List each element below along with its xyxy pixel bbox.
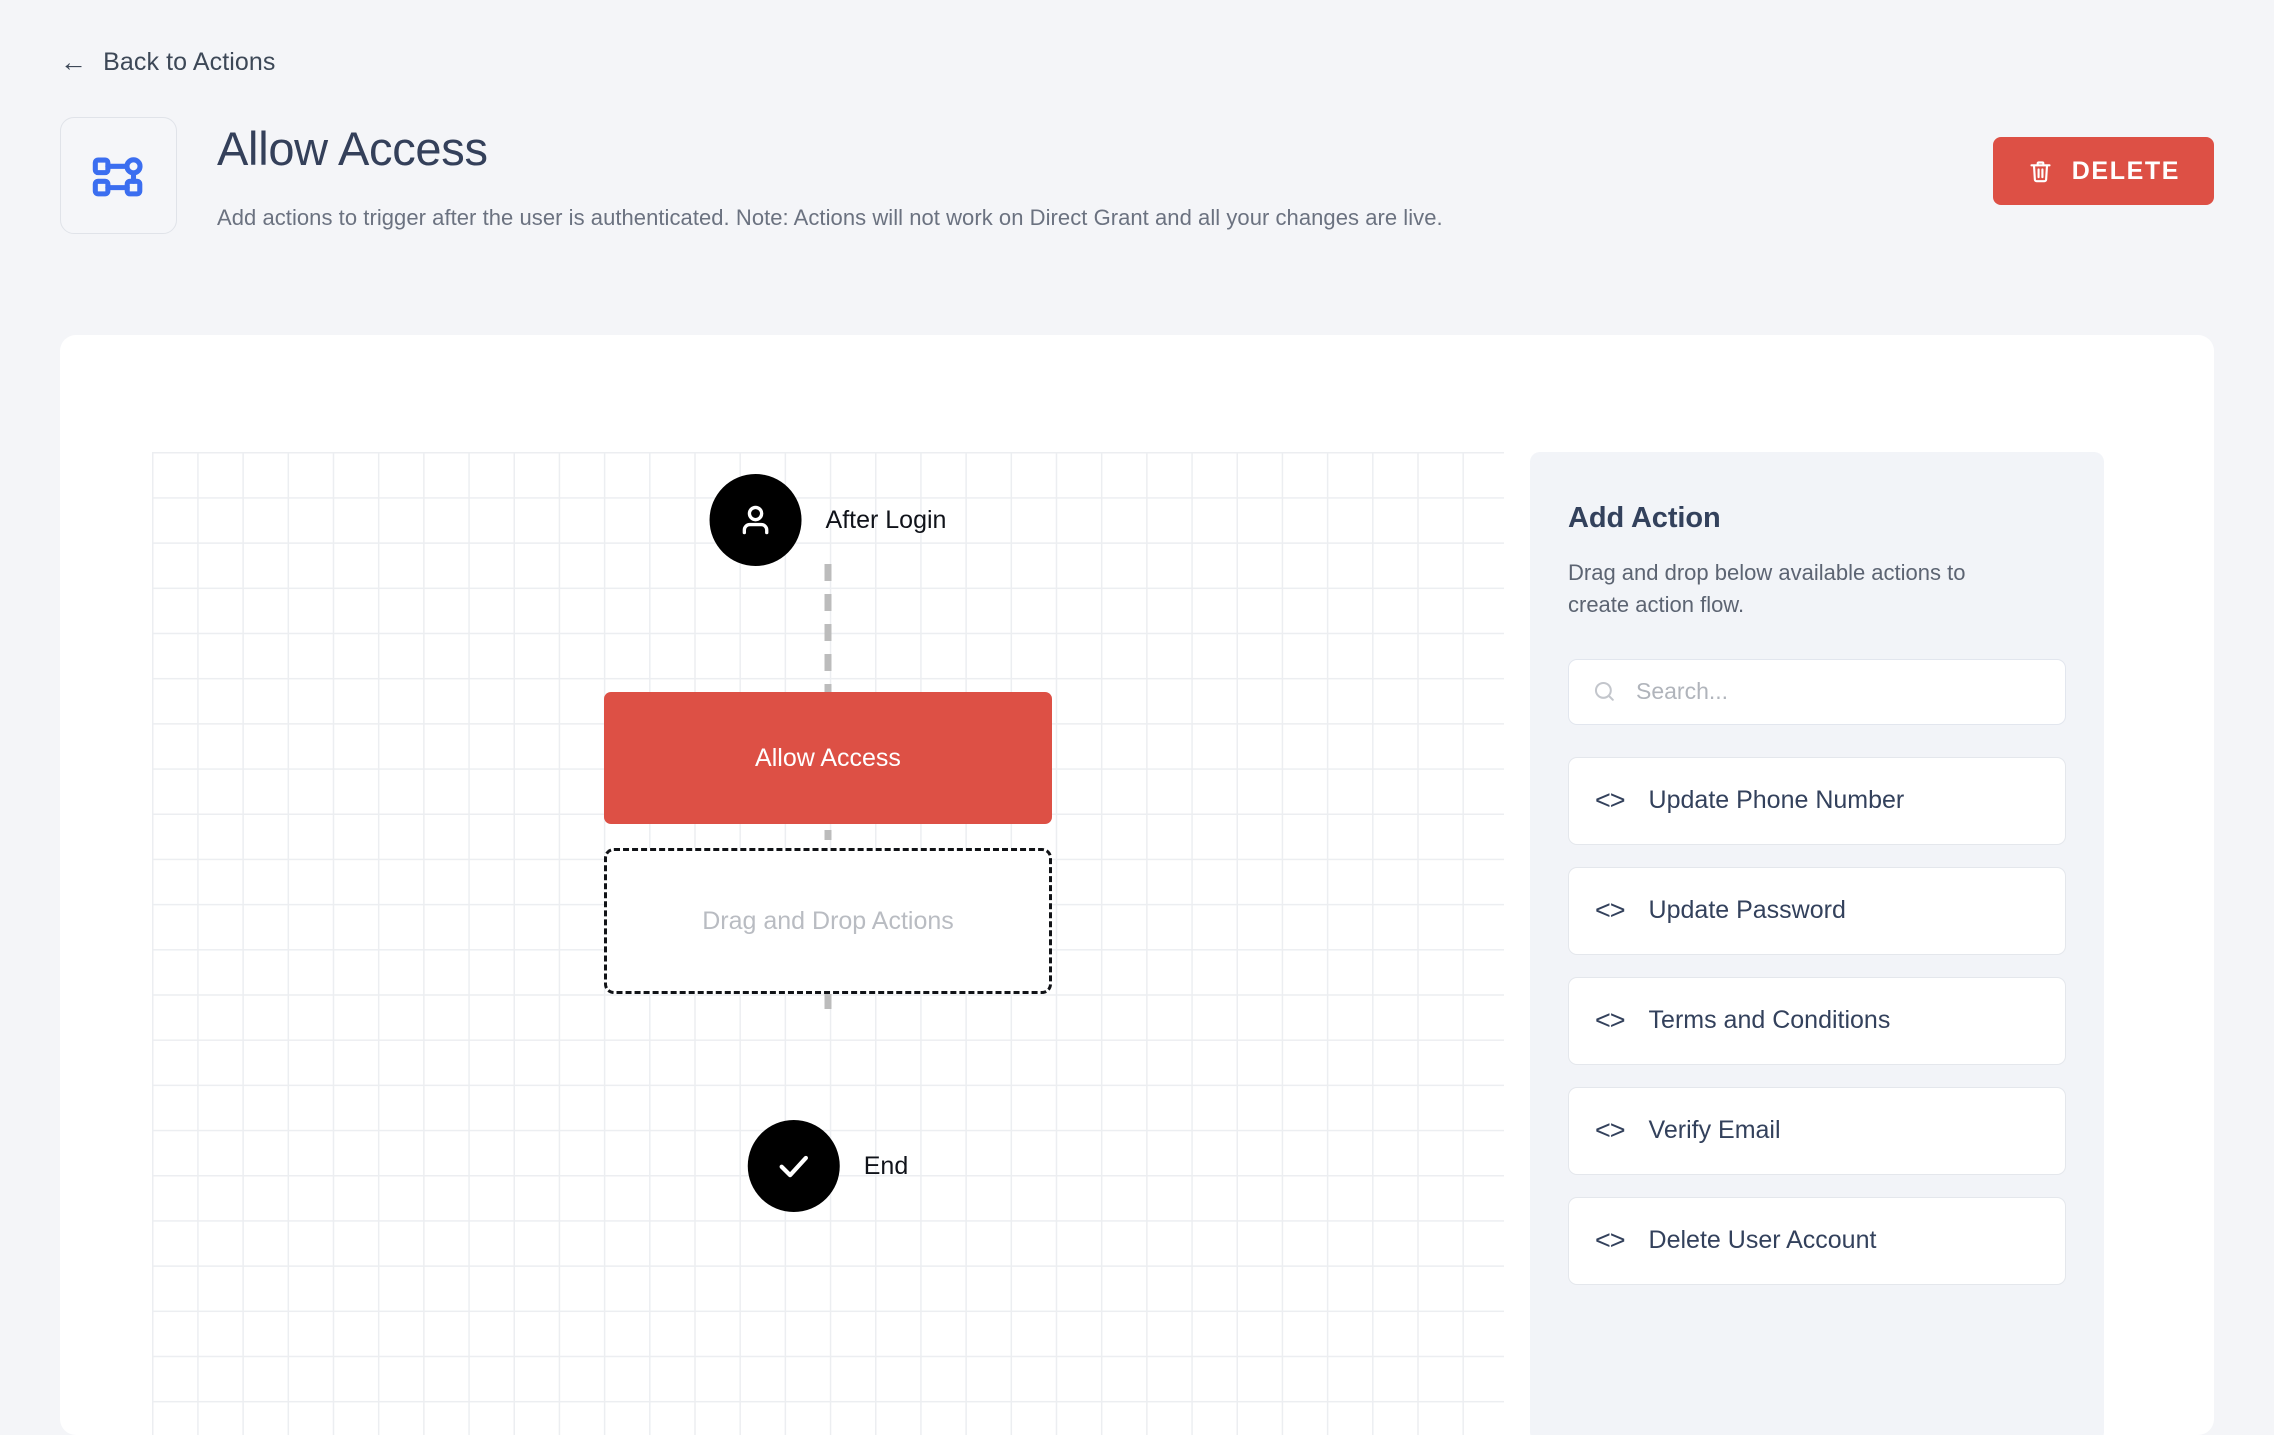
page-header: ← Back to Actions Allow Access Add actio… bbox=[0, 0, 2274, 234]
search-icon bbox=[1591, 678, 1618, 705]
delete-button[interactable]: DELETE bbox=[1992, 137, 2214, 205]
action-item-verify-email[interactable]: <> Verify Email bbox=[1568, 1086, 2066, 1175]
code-icon: <> bbox=[1595, 1115, 1626, 1146]
start-node-circle[interactable] bbox=[709, 474, 802, 566]
action-item-update-phone-number[interactable]: <> Update Phone Number bbox=[1568, 756, 2066, 845]
action-item-label: Verify Email bbox=[1648, 1116, 1781, 1145]
add-action-panel: Add Action Drag and drop below available… bbox=[1530, 452, 2104, 1435]
page-subtitle: Add actions to trigger after the user is… bbox=[217, 204, 1443, 230]
search-input[interactable] bbox=[1636, 659, 2043, 724]
search-field[interactable] bbox=[1568, 658, 2066, 725]
action-item-update-password[interactable]: <> Update Password bbox=[1568, 866, 2066, 955]
back-to-actions-link[interactable]: ← Back to Actions bbox=[60, 48, 276, 77]
allow-access-node-label: Allow Access bbox=[755, 743, 901, 772]
start-node-label: After Login bbox=[825, 505, 947, 534]
code-icon: <> bbox=[1595, 895, 1626, 926]
check-icon bbox=[772, 1144, 816, 1188]
action-item-delete-user-account[interactable]: <> Delete User Account bbox=[1568, 1196, 2066, 1285]
flow-nodes-icon bbox=[60, 117, 177, 234]
flow-dropzone[interactable]: Drag and Drop Actions bbox=[604, 848, 1052, 994]
add-action-description: Drag and drop below available actions to… bbox=[1568, 560, 1966, 617]
flow-canvas[interactable]: After Login Allow Access Drag and Drop A… bbox=[152, 452, 1504, 1435]
end-node-label: End bbox=[863, 1151, 909, 1180]
flow-node-end: End bbox=[747, 1120, 909, 1212]
trash-icon bbox=[2027, 158, 2054, 185]
end-node-circle[interactable] bbox=[747, 1120, 840, 1212]
connector-start-to-action bbox=[824, 564, 832, 694]
title-block: Allow Access Add actions to trigger afte… bbox=[217, 117, 1993, 233]
action-item-label: Delete User Account bbox=[1648, 1226, 1877, 1255]
action-item-label: Terms and Conditions bbox=[1648, 1006, 1891, 1035]
code-icon: <> bbox=[1595, 785, 1626, 816]
dropzone-label: Drag and Drop Actions bbox=[702, 906, 954, 935]
flow-node-allow-access[interactable]: Allow Access bbox=[604, 692, 1052, 824]
code-icon: <> bbox=[1595, 1225, 1626, 1256]
flow-graph: After Login Allow Access Drag and Drop A… bbox=[152, 452, 1504, 1435]
arrow-left-icon: ← bbox=[60, 47, 88, 77]
flow-node-start: After Login bbox=[709, 474, 947, 566]
action-item-label: Update Phone Number bbox=[1648, 786, 1905, 815]
add-action-title: Add Action bbox=[1568, 502, 1721, 534]
page-title: Allow Access bbox=[217, 122, 488, 175]
available-actions-list: <> Update Phone Number <> Update Passwor… bbox=[1568, 756, 2066, 1285]
delete-button-label: DELETE bbox=[2071, 156, 2180, 185]
title-row: Allow Access Add actions to trigger afte… bbox=[60, 117, 2214, 234]
code-icon: <> bbox=[1595, 1005, 1626, 1036]
editor-card: After Login Allow Access Drag and Drop A… bbox=[60, 335, 2214, 1435]
user-icon bbox=[735, 499, 777, 541]
action-item-label: Update Password bbox=[1648, 896, 1846, 925]
back-to-actions-label: Back to Actions bbox=[103, 48, 276, 76]
action-item-terms-and-conditions[interactable]: <> Terms and Conditions bbox=[1568, 976, 2066, 1065]
